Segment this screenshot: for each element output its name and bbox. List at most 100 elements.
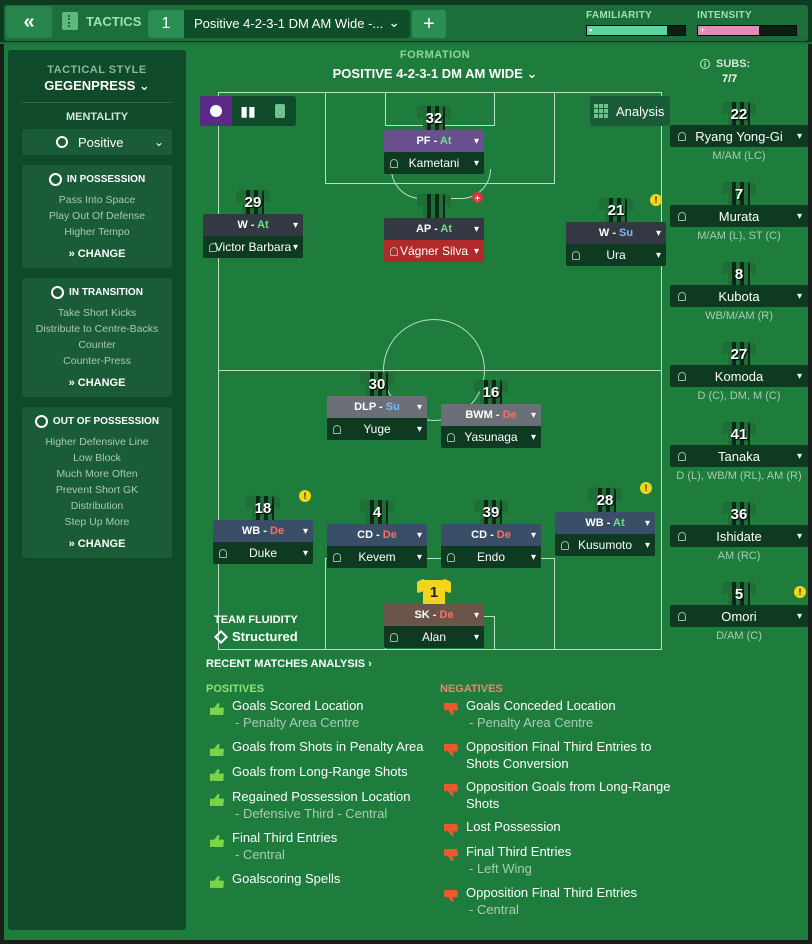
player-view-button[interactable] — [200, 96, 232, 126]
back-button[interactable]: « — [6, 6, 52, 38]
role-selector[interactable]: AP - At ▾ — [384, 218, 484, 240]
player-selector[interactable]: Kevem ▾ — [327, 546, 427, 568]
role-selector[interactable]: WB - De ▾ — [213, 520, 313, 542]
roles-view-button[interactable] — [264, 96, 296, 126]
instruction-item: Pass Into Space — [58, 194, 136, 206]
analysis-text: Regained Possession Location — [232, 789, 411, 804]
analysis-button[interactable]: Analysis — [590, 96, 670, 126]
warning-icon[interactable]: ! — [640, 482, 652, 494]
person-icon — [678, 211, 686, 221]
sub-player-name: Komoda — [714, 368, 764, 384]
positive-item[interactable]: Goalscoring Spells — [232, 870, 340, 887]
player-name: Kevem — [358, 550, 396, 564]
shirt-number: 7 — [734, 186, 744, 203]
tactics-board-icon — [275, 104, 285, 118]
familiarity-meter[interactable]: ▪ — [586, 25, 686, 36]
role-selector[interactable]: W - Su ▾ — [566, 222, 666, 244]
change-label: CHANGE — [77, 248, 126, 260]
negative-item[interactable]: Opposition Final Third Entries - Central — [466, 884, 637, 918]
person-icon — [333, 552, 341, 562]
formation-dropdown[interactable]: POSITIVE 4-2-3-1 DM AM WIDE ⌄ — [300, 66, 570, 82]
player-selector[interactable]: Ura ▾ — [566, 244, 666, 266]
instruction-item: Distribution — [70, 500, 124, 512]
person-icon — [678, 531, 686, 541]
role-selector[interactable]: PF - At ▾ — [384, 130, 484, 152]
role-label: AP - At — [415, 223, 453, 235]
player-selector[interactable]: Kametani ▾ — [384, 152, 484, 174]
player-name: Yuge — [363, 422, 391, 436]
negative-item[interactable]: Goals Conceded Location - Penalty Area Ce… — [466, 697, 616, 731]
instruction-item: Counter — [78, 339, 116, 351]
positive-item[interactable]: Final Third Entries - Central — [232, 829, 337, 863]
role-selector[interactable]: BWM - De ▾ — [441, 404, 541, 426]
recent-matches-analysis-link[interactable]: RECENT MATCHES ANALYSIS › — [206, 658, 372, 670]
role-selector[interactable]: CD - De ▾ — [327, 524, 427, 546]
role-selector[interactable]: W - At ▾ — [203, 214, 303, 236]
player-selector[interactable]: Vágner Silva ▾ — [384, 240, 484, 262]
player-name: Ura — [606, 248, 626, 262]
chevron-down-icon: ▾ — [644, 517, 650, 529]
player-selector[interactable]: Kusumoto ▾ — [555, 534, 655, 556]
fluidity-label: TEAM FLUIDITY — [214, 614, 298, 626]
player-selector[interactable]: Endo ▾ — [441, 546, 541, 568]
person-icon — [390, 158, 398, 168]
chevron-down-icon: ▾ — [302, 525, 308, 537]
positive-item[interactable]: Goals from Shots in Penalty Area — [232, 738, 423, 755]
change-button[interactable]: » CHANGE — [28, 538, 166, 550]
role-selector[interactable]: CD - De ▾ — [441, 524, 541, 546]
tactics-tab[interactable]: TACTICS — [62, 12, 141, 30]
change-button[interactable]: » CHANGE — [28, 377, 166, 389]
person-icon — [209, 242, 217, 252]
intensity-meter[interactable]: + — [697, 25, 797, 36]
warning-icon[interactable]: ! — [650, 194, 662, 206]
tactic-selector[interactable]: 1 Positive 4-2-3-1 DM AM Wide -... ⌄ — [148, 10, 410, 38]
sub-player-selector[interactable]: Tanaka ▾ — [670, 445, 808, 467]
negative-item[interactable]: Lost Possession — [466, 818, 561, 835]
sub-player-name: Kubota — [718, 288, 760, 304]
analysis-text: Goals Conceded Location — [466, 698, 616, 713]
chevron-down-icon: ▾ — [302, 547, 308, 559]
sub-player-selector[interactable]: Ishidate ▾ — [670, 525, 808, 547]
role-selector[interactable]: SK - De ▾ — [384, 604, 484, 626]
negative-item[interactable]: Final Third Entries - Left Wing — [466, 843, 571, 877]
player-selector[interactable]: Duke ▾ — [213, 542, 313, 564]
sub-player-selector[interactable]: Murata ▾ — [670, 205, 808, 227]
role-selector[interactable]: DLP - Su ▾ — [327, 396, 427, 418]
positive-item[interactable]: Regained Possession Location - Defensive … — [232, 788, 411, 822]
shirt-number: 4 — [372, 504, 382, 521]
role-label: WB - At — [585, 517, 625, 529]
panel-title: IN TRANSITION — [69, 287, 143, 298]
role-label: W - Su — [598, 227, 634, 239]
mentality-icon — [56, 136, 68, 148]
in-transition-icon — [51, 286, 65, 299]
mentality-dropdown[interactable]: Positive ⌄ — [22, 129, 172, 155]
intensity-fill — [698, 26, 759, 35]
player-selector[interactable]: Yuge ▾ — [327, 418, 427, 440]
familiarity-icon: ▪ — [589, 25, 593, 35]
injury-alert-icon[interactable]: + — [472, 192, 483, 203]
person-icon — [390, 246, 398, 256]
sub-player-selector[interactable]: Komoda ▾ — [670, 365, 808, 387]
warning-icon[interactable]: ! — [794, 586, 806, 598]
player-selector[interactable]: Alan ▾ — [384, 626, 484, 648]
role-selector[interactable]: WB - At ▾ — [555, 512, 655, 534]
negative-item[interactable]: Opposition Final Third Entries to Shots C… — [466, 738, 651, 772]
positive-item[interactable]: Goals from Long-Range Shots — [232, 763, 408, 780]
sub-player-selector[interactable]: Omori ▾ — [670, 605, 808, 627]
sub-player-selector[interactable]: Kubota ▾ — [670, 285, 808, 307]
analysis-detail: - Left Wing — [469, 861, 532, 876]
stats-view-button[interactable]: ▮▮ — [232, 96, 264, 126]
change-button[interactable]: » CHANGE — [28, 248, 166, 260]
player-selector[interactable]: Yasunaga ▾ — [441, 426, 541, 448]
warning-icon[interactable]: ! — [299, 490, 311, 502]
player-selector[interactable]: Victor Barbara ▾ — [203, 236, 303, 258]
sub-player-selector[interactable]: Ryang Yong-Gi ▾ — [670, 125, 808, 147]
add-tactic-button[interactable]: + — [412, 10, 446, 38]
analysis-text-continued: Shots — [466, 796, 500, 811]
positive-item[interactable]: Goals Scored Location - Penalty Area Cent… — [232, 697, 364, 731]
tactical-style-dropdown[interactable]: GEGENPRESS ⌄ — [8, 78, 186, 94]
chevron-down-icon: ▾ — [416, 401, 422, 413]
negative-item[interactable]: Opposition Goals from Long-Range Shots — [466, 778, 671, 812]
grid-icon — [594, 104, 608, 118]
person-icon — [678, 611, 686, 621]
